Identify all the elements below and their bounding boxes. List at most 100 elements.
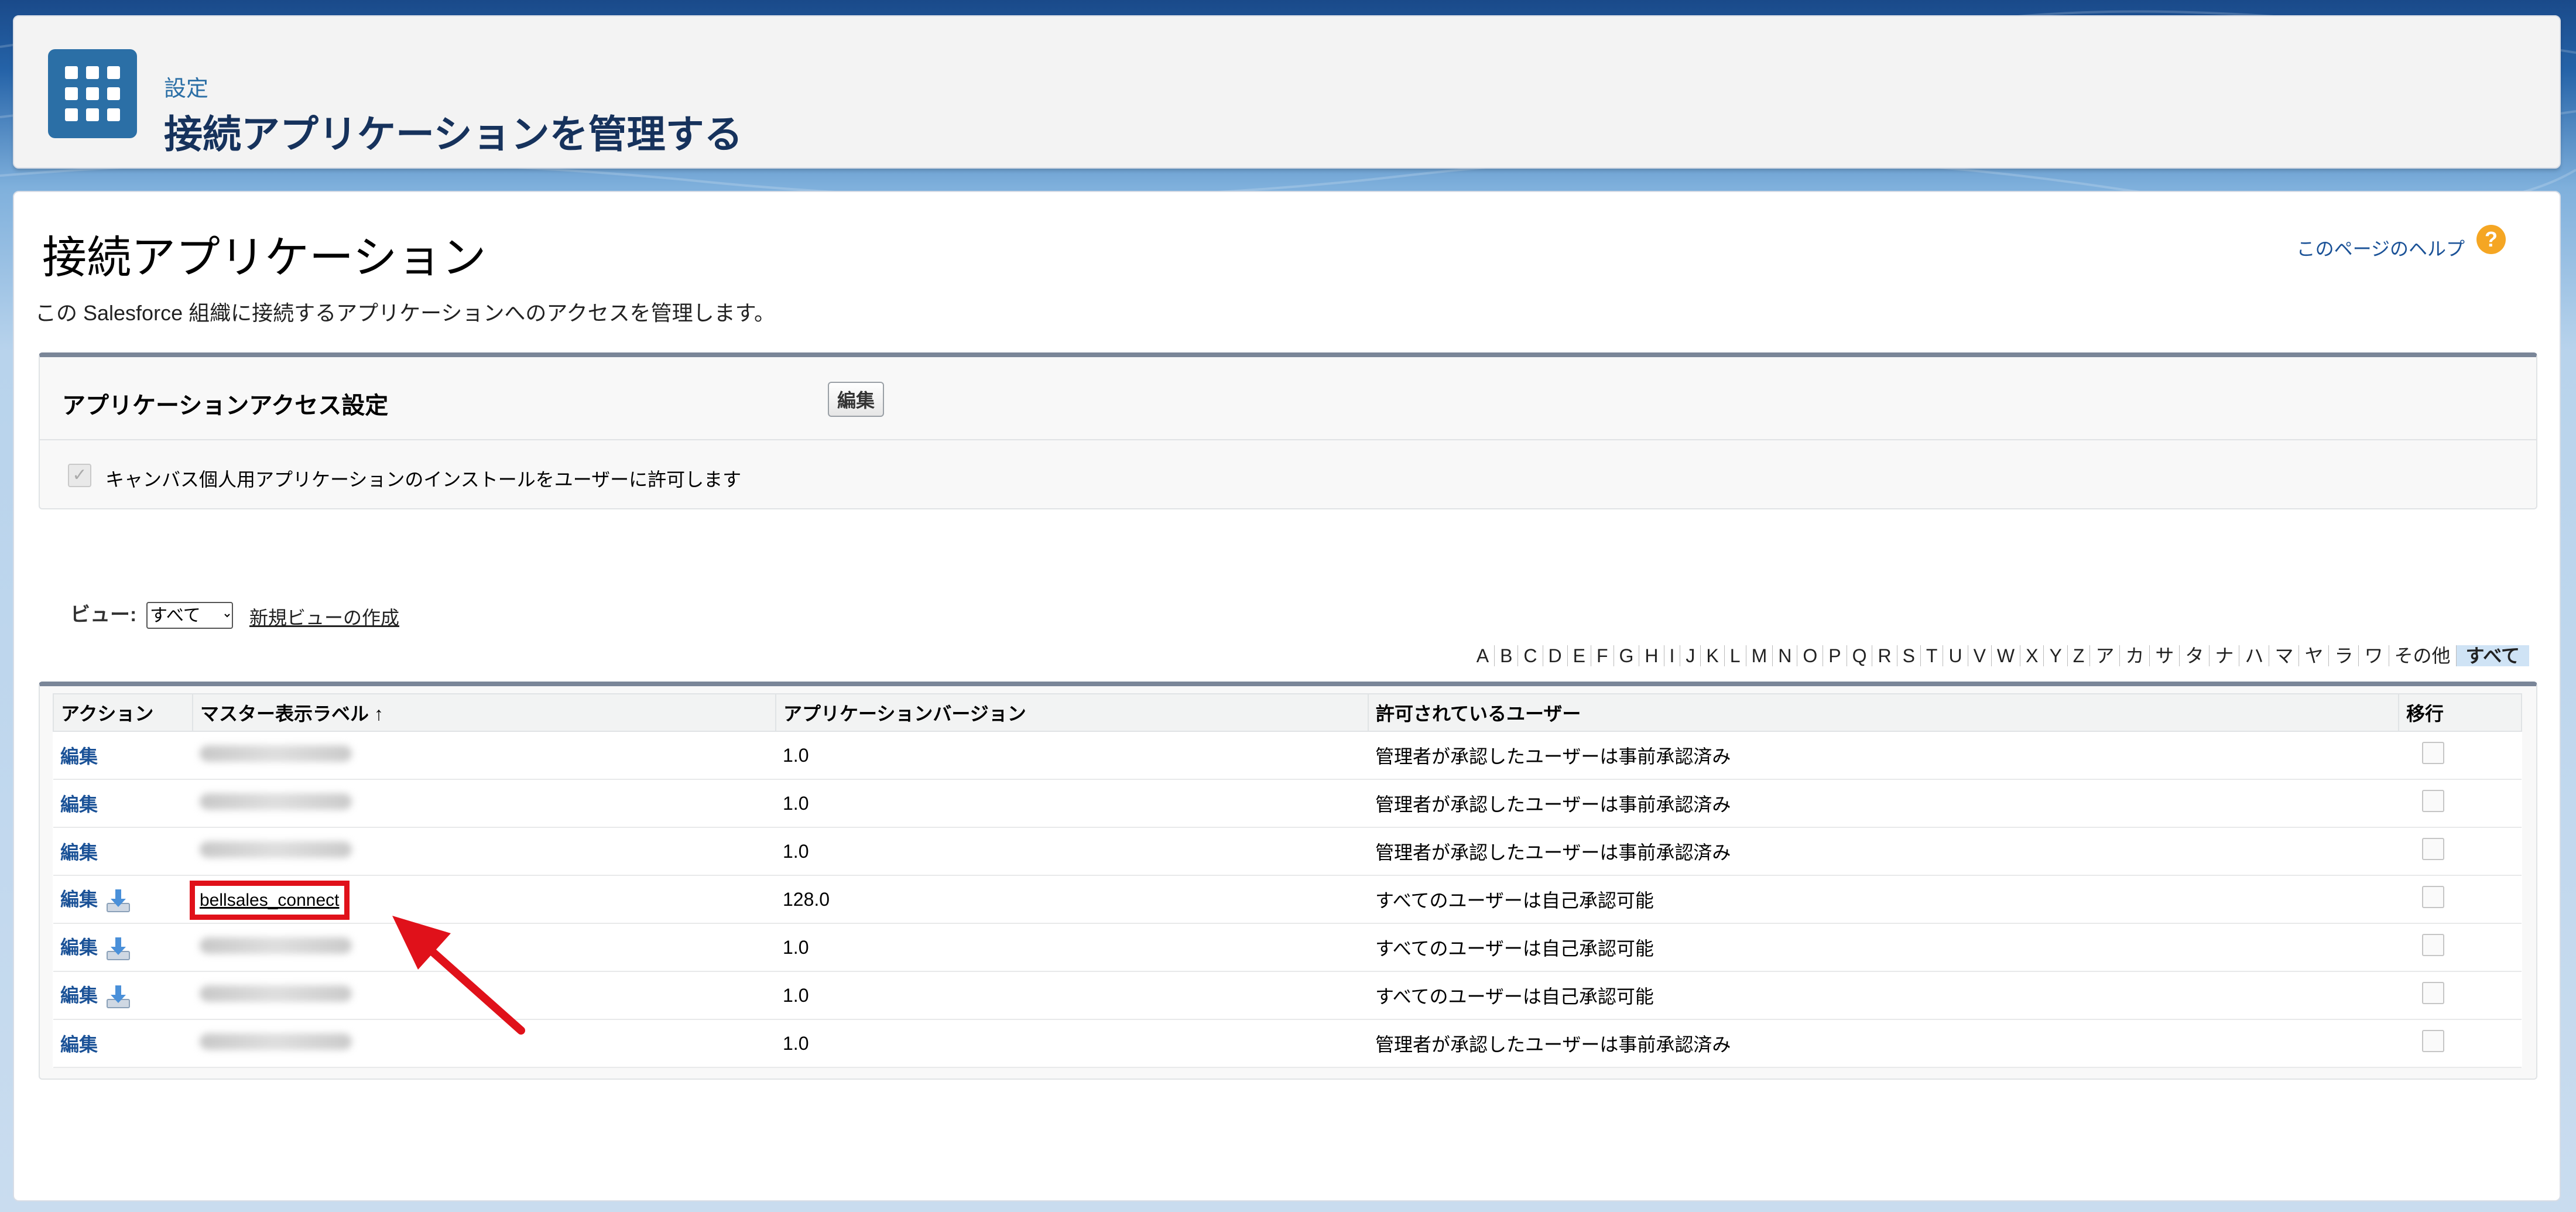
app-access-settings-section: アプリケーションアクセス設定 編集 ✓ キャンバス個人用アプリケーションのインス…	[39, 352, 2537, 509]
access-settings-edit-button[interactable]: 編集	[828, 382, 884, 417]
alphabet-filter-item[interactable]: Z	[2068, 645, 2091, 666]
action-cell: 編集	[53, 827, 193, 876]
permitted-users-cell: 管理者が承認したユーザーは事前承認済み	[1368, 731, 2399, 780]
permitted-users-cell: すべてのユーザーは自己承認可能	[1368, 971, 2399, 1020]
table-row: 編集 1.0 管理者が承認したユーザーは事前承認済み	[53, 731, 2522, 780]
alphabet-filter-item[interactable]: X	[2020, 645, 2044, 666]
main-content-card: 接続アプリケーション この Salesforce 組織に接続するアプリケーション…	[13, 191, 2561, 1201]
redacted-app-label[interactable]	[200, 1033, 352, 1050]
alphabet-filter-item[interactable]: B	[1495, 645, 1519, 666]
migration-checkbox	[2422, 1030, 2444, 1052]
alphabet-filter-item[interactable]: ア	[2090, 645, 2121, 666]
action-cell: 編集	[53, 779, 193, 828]
permitted-users-cell: 管理者が承認したユーザーは事前承認済み	[1368, 1019, 2399, 1068]
app-version-cell: 1.0	[776, 779, 1368, 828]
red-arrow-icon	[392, 916, 525, 1035]
action-cell: 編集	[53, 1019, 193, 1068]
alphabet-filter-item[interactable]: G	[1614, 645, 1640, 666]
row-edit-link[interactable]: 編集	[60, 842, 98, 863]
row-edit-link[interactable]: 編集	[60, 1034, 98, 1055]
alphabet-filter-item[interactable]: すべて	[2456, 645, 2529, 666]
alphabet-filter-item[interactable]: ナ	[2210, 645, 2240, 666]
alphabet-filter-item[interactable]: O	[1797, 645, 1824, 666]
page-description: この Salesforce 組織に接続するアプリケーションへのアクセスを管理しま…	[35, 301, 775, 325]
column-header-action: アクション	[53, 693, 193, 732]
redacted-app-label[interactable]	[200, 793, 352, 810]
table-row: 編集 1.0 管理者が承認したユーザーは事前承認済み	[53, 779, 2522, 828]
alphabet-filter-item[interactable]: ハ	[2239, 645, 2270, 666]
header-eyebrow: 設定	[164, 77, 209, 101]
alphabet-filter-item[interactable]: W	[1992, 645, 2021, 666]
download-tray-icon	[107, 985, 131, 1009]
alphabet-filter-item[interactable]: サ	[2150, 645, 2180, 666]
alphabet-filter-item[interactable]: V	[1968, 645, 1992, 666]
alphabet-filter-item[interactable]: E	[1568, 645, 1591, 666]
alphabet-filter-item[interactable]: H	[1639, 645, 1664, 666]
alphabet-filter-item[interactable]: タ	[2180, 645, 2210, 666]
alphabet-filter-item[interactable]: マ	[2269, 645, 2300, 666]
row-edit-link[interactable]: 編集	[60, 985, 98, 1006]
alphabet-filter-bar: A B C D E F G H I J K L M N O P Q R S T U V W X Y Z アカサタナハマヤラワその他す…	[1471, 643, 2529, 669]
setup-header: 設定 接続アプリケーションを管理する	[13, 15, 2561, 169]
migration-checkbox	[2422, 934, 2444, 956]
app-version-cell: 128.0	[776, 875, 1368, 924]
alphabet-filter-item[interactable]: D	[1543, 645, 1568, 666]
new-view-link[interactable]: 新規ビューの作成	[249, 603, 399, 630]
column-header-permitted-users[interactable]: 許可されているユーザー	[1368, 693, 2399, 732]
action-cell: 編集	[53, 923, 193, 972]
master-label-cell	[193, 731, 776, 780]
section-divider	[40, 439, 2536, 440]
redacted-app-label[interactable]	[200, 745, 352, 762]
alphabet-filter-item[interactable]: P	[1823, 645, 1847, 666]
alphabet-filter-item[interactable]: ラ	[2329, 645, 2359, 666]
alphabet-filter-item[interactable]: M	[1746, 645, 1773, 666]
alphabet-filter-item[interactable]: A	[1471, 645, 1495, 666]
download-tray-icon	[107, 889, 131, 913]
download-tray-icon	[107, 937, 131, 961]
view-select[interactable]: すべて	[146, 602, 233, 629]
redacted-app-label[interactable]	[200, 985, 352, 1002]
column-header-app-version[interactable]: アプリケーションバージョン	[775, 693, 1369, 732]
alphabet-filter-item[interactable]: L	[1725, 645, 1746, 666]
row-edit-link[interactable]: 編集	[60, 889, 98, 910]
alphabet-filter-item[interactable]: U	[1943, 645, 1968, 666]
alphabet-filter-item[interactable]: T	[1921, 645, 1944, 666]
app-label-link[interactable]: bellsales_connect	[190, 880, 350, 920]
action-cell: 編集	[53, 971, 193, 1020]
help-question-icon[interactable]: ?	[2476, 225, 2506, 254]
alphabet-filter-item[interactable]: N	[1773, 645, 1798, 666]
help-link[interactable]: このページのヘルプ	[2297, 234, 2465, 261]
column-header-migration: 移行	[2398, 693, 2522, 732]
alphabet-filter-item[interactable]: その他	[2389, 645, 2457, 666]
alphabet-filter-item[interactable]: I	[1664, 645, 1681, 666]
migration-cell	[2399, 779, 2522, 828]
row-edit-link[interactable]: 編集	[60, 746, 98, 767]
table-header-row: アクション マスター表示ラベル ↑ アプリケーションバージョン 許可されているユ…	[53, 693, 2522, 732]
permitted-users-cell: すべてのユーザーは自己承認可能	[1368, 875, 2399, 924]
page-title: 接続アプリケーション	[42, 233, 487, 283]
alphabet-filter-item[interactable]: R	[1872, 645, 1897, 666]
redacted-app-label[interactable]	[200, 937, 352, 954]
column-header-master-label[interactable]: マスター表示ラベル ↑	[192, 693, 776, 732]
alphabet-filter-item[interactable]: Y	[2044, 645, 2068, 666]
alphabet-filter-item[interactable]: F	[1591, 645, 1614, 666]
app-version-cell: 1.0	[776, 1019, 1368, 1068]
migration-cell	[2399, 827, 2522, 876]
migration-checkbox	[2422, 982, 2444, 1004]
row-edit-link[interactable]: 編集	[60, 794, 98, 815]
alphabet-filter-item[interactable]: ヤ	[2299, 645, 2330, 666]
permitted-users-cell: 管理者が承認したユーザーは事前承認済み	[1368, 827, 2399, 876]
redacted-app-label[interactable]	[200, 841, 352, 858]
alphabet-filter-item[interactable]: カ	[2120, 645, 2150, 666]
alphabet-filter-item[interactable]: ワ	[2359, 645, 2389, 666]
alphabet-filter-item[interactable]: J	[1680, 645, 1701, 666]
canvas-install-checkbox[interactable]: ✓	[68, 464, 91, 487]
app-launcher-grid-icon	[48, 49, 137, 138]
alphabet-filter-item[interactable]: S	[1897, 645, 1921, 666]
canvas-install-checkbox-label: キャンバス個人用アプリケーションのインストールをユーザーに許可します	[105, 469, 742, 490]
migration-cell	[2399, 875, 2522, 924]
alphabet-filter-item[interactable]: C	[1518, 645, 1543, 666]
alphabet-filter-item[interactable]: K	[1701, 645, 1725, 666]
row-edit-link[interactable]: 編集	[60, 937, 98, 958]
alphabet-filter-item[interactable]: Q	[1847, 645, 1873, 666]
